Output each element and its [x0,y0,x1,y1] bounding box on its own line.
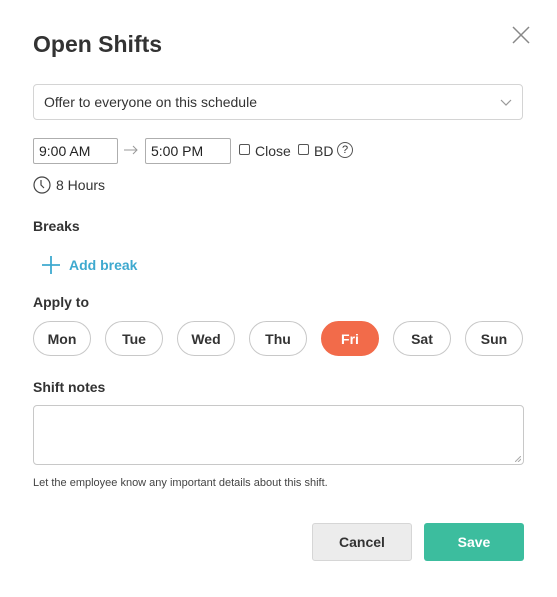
apply-to-label: Apply to [33,294,89,310]
offer-select-value: Offer to everyone on this schedule [44,94,257,110]
close-checkbox-label: Close [255,143,291,159]
close-checkbox[interactable] [239,144,250,155]
day-sun-toggle[interactable]: Sun [465,321,523,356]
add-break-button[interactable]: Add break [41,255,137,275]
shift-notes-label: Shift notes [33,379,106,395]
open-shifts-modal: Open Shifts Offer to everyone on this sc… [0,0,557,597]
chevron-down-icon [500,99,512,106]
help-icon[interactable]: ? [337,142,353,158]
bd-checkbox-label: BD [314,143,334,159]
offer-select[interactable]: Offer to everyone on this schedule [33,84,523,120]
arrow-right-icon [124,145,138,155]
add-break-label: Add break [69,257,138,273]
save-button[interactable]: Save [424,523,524,561]
clock-icon [33,176,51,194]
shift-notes-hint: Let the employee know any important deta… [33,477,328,489]
cancel-button[interactable]: Cancel [312,523,412,561]
end-time-input[interactable]: 5:00 PM [145,138,231,164]
start-time-input[interactable]: 9:00 AM [33,138,118,164]
resize-grip-icon [515,456,521,462]
shift-duration: 8 Hours [56,177,106,193]
breaks-label: Breaks [33,218,80,234]
bd-checkbox[interactable] [298,144,309,155]
day-tue-toggle[interactable]: Tue [105,321,163,356]
day-thu-toggle[interactable]: Thu [249,321,307,356]
day-mon-toggle[interactable]: Mon [33,321,91,356]
close-icon[interactable] [511,25,531,45]
day-sat-toggle[interactable]: Sat [393,321,451,356]
modal-title: Open Shifts [33,31,163,57]
day-wed-toggle[interactable]: Wed [177,321,235,356]
shift-notes-textarea[interactable] [33,405,524,465]
plus-icon [42,256,60,274]
day-fri-toggle[interactable]: Fri [321,321,379,356]
